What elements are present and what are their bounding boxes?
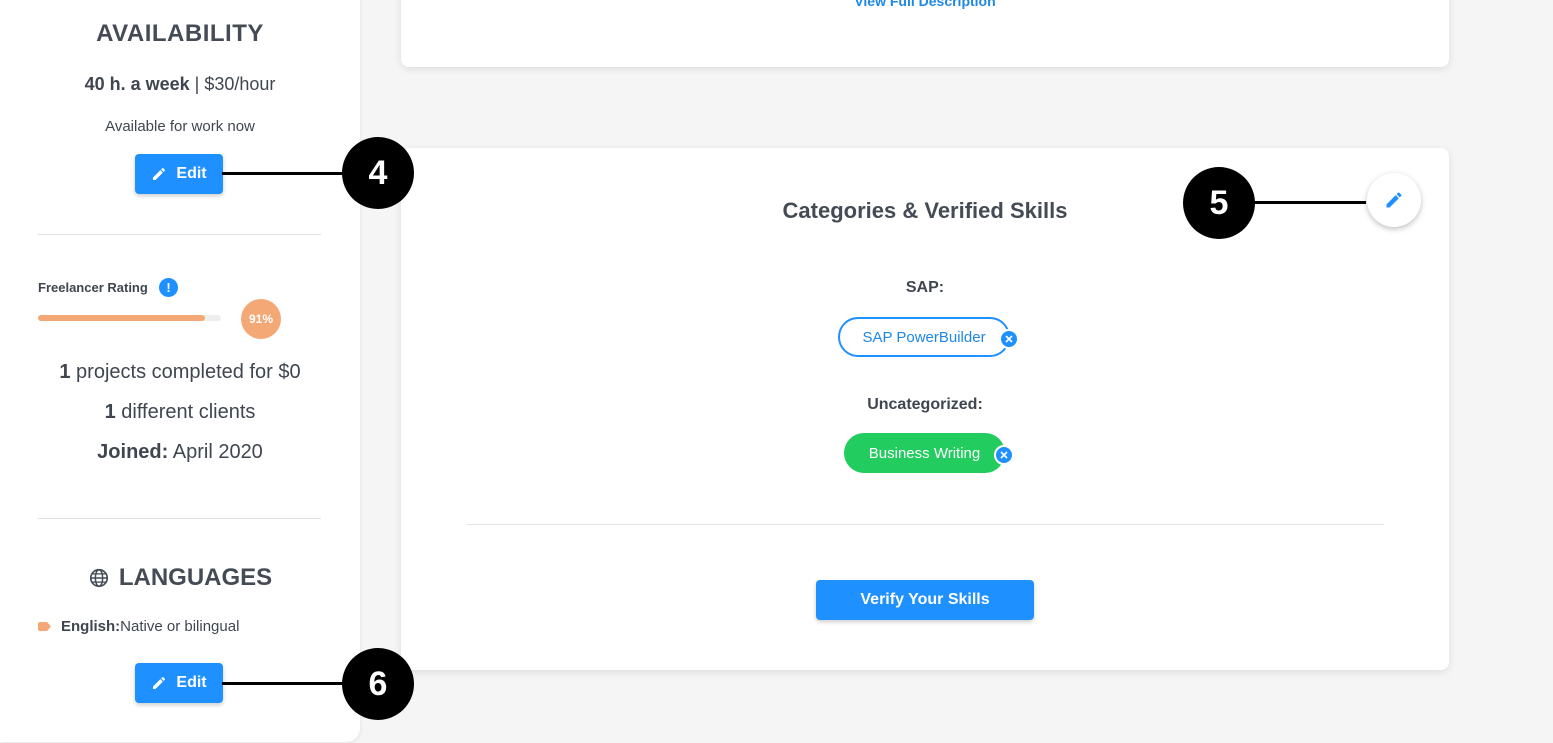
pencil-icon	[153, 167, 166, 180]
clients-text: different clients	[115, 401, 256, 423]
skill-chip[interactable]: SAP PowerBuilder	[838, 317, 1010, 357]
callout-line	[1250, 201, 1366, 204]
remove-skill-icon[interactable]	[999, 329, 1019, 349]
view-full-description-link[interactable]: View Full Description	[401, 0, 1449, 9]
close-icon	[1000, 451, 1008, 459]
availability-title: AVAILABILITY	[96, 20, 264, 47]
callout-line	[222, 682, 352, 685]
remove-skill-icon[interactable]	[994, 445, 1014, 465]
pencil-icon	[1386, 192, 1402, 208]
edit-availability-button[interactable]: Edit	[135, 154, 223, 194]
description-card: View Full Description	[401, 0, 1449, 67]
availability-hourly-rate: $30/hour	[204, 74, 276, 94]
language-name: English:	[61, 618, 121, 635]
projects-text: projects completed for $0	[70, 361, 301, 383]
sidebar-divider	[38, 234, 321, 235]
info-icon[interactable]: !	[159, 278, 178, 297]
languages-title-text: LANGUAGES	[118, 564, 273, 591]
tag-icon	[38, 622, 51, 631]
projects-count: 1	[59, 361, 71, 383]
category-label-uncategorized: Uncategorized:	[867, 396, 983, 413]
edit-languages-label: Edit	[176, 674, 207, 691]
verify-skills-button[interactable]: Verify Your Skills	[816, 580, 1034, 620]
callout-marker-6: 6	[342, 648, 414, 720]
availability-status: Available for work now	[105, 118, 255, 135]
skill-chip[interactable]: Business Writing	[844, 433, 1005, 473]
rate-separator: |	[189, 74, 205, 94]
joined-date: Joined: April 2020	[0, 441, 360, 464]
skills-card-divider	[467, 524, 1384, 525]
skill-chip-label: Business Writing	[868, 444, 981, 462]
edit-skills-button[interactable]	[1367, 173, 1421, 227]
joined-label: Joined:	[97, 441, 169, 463]
skill-chip-label: SAP PowerBuilder	[862, 328, 986, 346]
edit-languages-button[interactable]: Edit	[135, 663, 223, 703]
languages-title: LANGUAGES	[0, 564, 360, 592]
different-clients: 1 different clients	[0, 401, 360, 424]
rating-bar-fill	[38, 315, 205, 321]
language-level: Native or bilingual	[120, 618, 240, 635]
close-icon	[1005, 335, 1013, 343]
joined-value: April 2020	[168, 441, 263, 463]
pencil-icon	[153, 676, 166, 689]
projects-completed: 1 projects completed for $0	[0, 361, 360, 384]
category-label-sap: SAP:	[905, 279, 945, 296]
clients-count: 1	[104, 401, 116, 423]
language-item: English: Native or bilingual	[38, 618, 239, 635]
skills-card: Categories & Verified Skills SAP: SAP Po…	[401, 148, 1449, 670]
callout-marker-5: 5	[1183, 167, 1255, 239]
globe-icon	[89, 568, 108, 588]
availability-hours: 40 h. a week	[84, 74, 190, 94]
callout-marker-4: 4	[342, 137, 414, 209]
callout-line	[222, 172, 352, 175]
edit-availability-label: Edit	[176, 165, 207, 182]
sidebar-divider	[38, 518, 321, 519]
freelancer-rating-label: Freelancer Rating	[38, 280, 148, 295]
rating-percent-badge: 91%	[241, 299, 281, 339]
rating-bar	[38, 315, 221, 321]
availability-rate: 40 h. a week | $30/hour	[0, 74, 360, 95]
